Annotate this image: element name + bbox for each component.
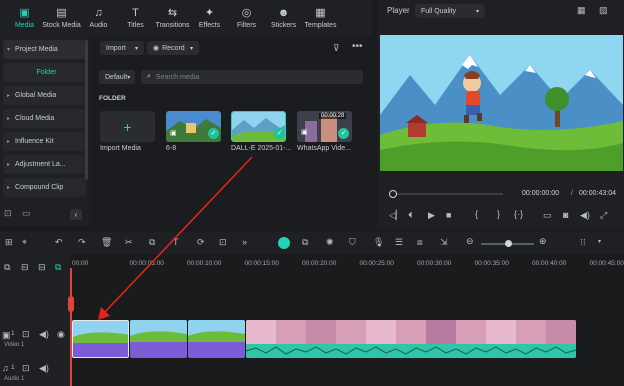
annotation-arrow: [98, 156, 253, 320]
